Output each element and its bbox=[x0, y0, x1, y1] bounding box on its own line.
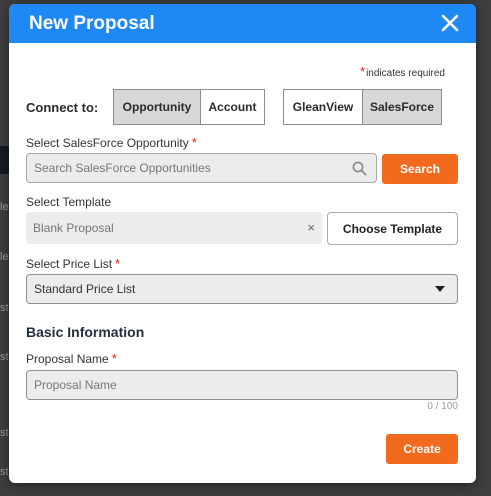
backdrop-text-fragment: st bbox=[0, 351, 8, 363]
required-asterisk: * bbox=[360, 64, 366, 79]
proposal-name-input[interactable]: Proposal Name bbox=[26, 370, 458, 400]
opportunity-label: Select SalesForce Opportunity * bbox=[26, 135, 197, 150]
price-list-select[interactable]: Standard Price List bbox=[26, 274, 458, 304]
connect-source-toggle: GleanView SalesForce bbox=[283, 89, 442, 125]
opportunity-search-input[interactable]: Search SalesForce Opportunities bbox=[26, 153, 377, 183]
backdrop-text-fragment: st bbox=[0, 302, 8, 314]
close-button[interactable] bbox=[438, 11, 462, 35]
proposal-name-label: Proposal Name * bbox=[26, 351, 117, 366]
required-note-text: indicates required bbox=[366, 68, 445, 79]
template-label: Select Template bbox=[26, 195, 112, 209]
price-list-label-text: Select Price List bbox=[26, 257, 113, 271]
backdrop-text-fragment: lect bbox=[0, 201, 8, 213]
proposal-name-label-text: Proposal Name bbox=[26, 352, 109, 366]
create-button[interactable]: Create bbox=[386, 434, 458, 464]
clear-template-icon[interactable]: × bbox=[307, 220, 315, 235]
template-value: Blank Proposal bbox=[33, 221, 114, 235]
proposal-name-placeholder: Proposal Name bbox=[34, 378, 117, 392]
account-option[interactable]: Account bbox=[200, 90, 264, 124]
price-list-label: Select Price List * bbox=[26, 256, 120, 271]
dialog-header: New Proposal bbox=[9, 4, 476, 43]
close-icon bbox=[441, 14, 459, 32]
backdrop-text-fragment: st bbox=[0, 427, 8, 439]
backdrop-text-fragment: lect bbox=[0, 251, 8, 263]
required-asterisk: * bbox=[111, 351, 117, 366]
opportunity-label-text: Select SalesForce Opportunity bbox=[26, 136, 189, 150]
character-counter: 0 / 100 bbox=[427, 401, 458, 412]
connect-to-label: Connect to: bbox=[26, 100, 99, 115]
opportunity-search-placeholder: Search SalesForce Opportunities bbox=[34, 161, 211, 175]
new-proposal-dialog: New Proposal *indicates required Connect… bbox=[9, 4, 476, 483]
connect-target-toggle: Opportunity Account bbox=[113, 89, 265, 125]
search-icon bbox=[352, 161, 367, 176]
caret-down-icon bbox=[435, 286, 445, 292]
required-note: *indicates required bbox=[360, 64, 445, 79]
salesforce-option[interactable]: SalesForce bbox=[362, 90, 441, 124]
required-asterisk: * bbox=[115, 256, 121, 271]
required-asterisk: * bbox=[191, 135, 197, 150]
dialog-title: New Proposal bbox=[29, 13, 155, 34]
price-list-value: Standard Price List bbox=[34, 282, 136, 296]
opportunity-option[interactable]: Opportunity bbox=[114, 90, 200, 124]
gleanview-option[interactable]: GleanView bbox=[284, 90, 362, 124]
search-button[interactable]: Search bbox=[382, 154, 458, 184]
choose-template-button[interactable]: Choose Template bbox=[327, 212, 458, 245]
basic-information-heading: Basic Information bbox=[26, 324, 145, 340]
template-field[interactable]: Blank Proposal × bbox=[26, 212, 322, 244]
backdrop-text-fragment: st bbox=[0, 466, 8, 478]
